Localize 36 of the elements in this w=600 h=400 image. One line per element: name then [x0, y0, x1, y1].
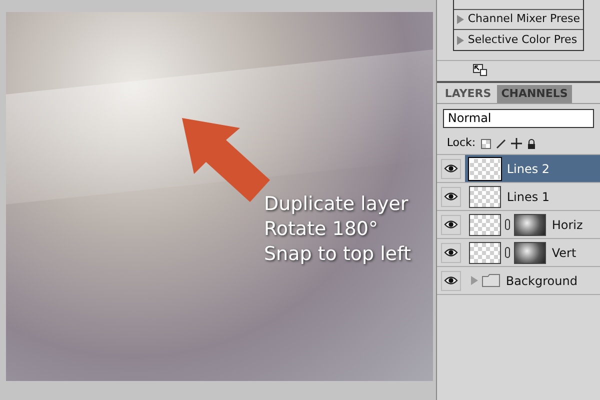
layer-name: Horiz	[552, 216, 583, 234]
lock-icon[interactable]	[526, 138, 536, 148]
link-icon	[504, 247, 510, 258]
layer-thumbnail	[468, 242, 501, 264]
move-icon[interactable]	[510, 138, 522, 149]
eye-icon[interactable]	[444, 220, 458, 229]
preset-item[interactable]: Channel Mixer Prese	[454, 10, 583, 30]
folder-icon	[482, 274, 500, 287]
eye-icon[interactable]	[444, 164, 458, 173]
annotation-text: Snap to top left	[264, 242, 411, 267]
panel-tab[interactable]: CHANNELS	[497, 85, 572, 103]
layer-row[interactable]: Lines 1	[436, 183, 600, 211]
layer-name: Lines 2	[506, 160, 550, 178]
blend-mode-field[interactable]: Normal	[442, 109, 594, 128]
eye-icon[interactable]	[444, 192, 458, 201]
layer-name: Background	[506, 272, 578, 290]
eye-icon[interactable]	[444, 276, 458, 285]
layer-thumbnail	[468, 158, 501, 180]
mask-thumbnail	[514, 242, 546, 264]
brush-icon[interactable]	[496, 138, 506, 148]
layer-row[interactable]: Horiz	[436, 211, 600, 239]
layer-thumbnail	[468, 186, 501, 208]
layer-thumbnail	[468, 214, 501, 236]
preset-item[interactable]: Selective Color Pres	[454, 30, 583, 50]
lock-label: Lock:	[446, 135, 476, 152]
mask-thumbnail	[514, 214, 546, 236]
layer-name: Lines 1	[506, 188, 550, 206]
resize-icon[interactable]	[472, 64, 487, 76]
annotation-text: Duplicate layer	[264, 192, 410, 217]
layer-row[interactable]: Vert	[436, 239, 600, 267]
layer-name: Vert	[552, 244, 576, 262]
layer-row[interactable]: Background	[436, 267, 600, 295]
eye-icon[interactable]	[444, 248, 458, 257]
annotation-text: Rotate 180°	[264, 217, 380, 242]
lock-transparency-icon[interactable]	[480, 138, 491, 148]
link-icon	[504, 219, 510, 230]
